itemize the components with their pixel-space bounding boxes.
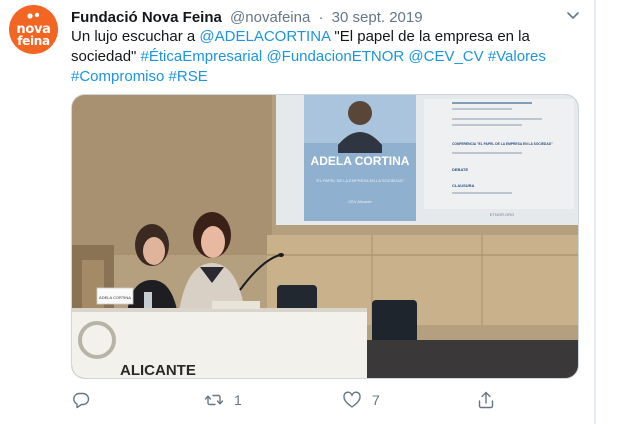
- tweet-text-part: Un lujo escuchar a: [71, 28, 200, 45]
- separator-dot: ·: [318, 9, 324, 26]
- slide-right-heading: CONFERENCIA "EL PAPEL DE LA EMPRESA EN L…: [452, 142, 553, 146]
- action-bar: 1 7: [71, 389, 541, 413]
- share-button[interactable]: [476, 389, 496, 411]
- slide-subtitle: "EL PAPEL DE LA EMPRESA EN LA SOCIEDAD": [316, 178, 405, 183]
- nameplate: ADELA CORTINA: [99, 295, 131, 300]
- tweet[interactable]: nova feina Fundació Nova Feina @novafein…: [0, 0, 618, 424]
- author-name[interactable]: Fundació Nova Feina: [71, 9, 222, 26]
- tweet-date[interactable]: 30 sept. 2019: [332, 9, 423, 26]
- mention-link[interactable]: @ADELACORTINA: [199, 28, 330, 45]
- share-icon: [478, 391, 494, 409]
- slide-event: CEV Alicante: [348, 199, 372, 204]
- scrollbar[interactable]: [594, 0, 596, 424]
- hashtag-link[interactable]: #Valores: [488, 48, 546, 65]
- reply-icon: [73, 392, 90, 409]
- slide-footer: ETNOR.ORG: [490, 212, 514, 217]
- hashtag-link[interactable]: #ÉticaEmpresarial: [141, 48, 263, 65]
- heart-icon: [343, 391, 361, 408]
- retweet-count: 1: [234, 392, 242, 408]
- retweet-icon: [204, 394, 224, 406]
- chevron-down-icon[interactable]: [566, 10, 580, 22]
- avatar-logo-mark-icon: [27, 12, 40, 19]
- mention-link[interactable]: @CEV_CV: [408, 48, 483, 65]
- sign-text: ALICANTE: [120, 362, 196, 379]
- reply-button[interactable]: [71, 389, 101, 411]
- avatar-text-bottom: feina: [17, 34, 50, 48]
- hashtag-link[interactable]: #RSE: [169, 68, 208, 85]
- tweet-text: Un lujo escuchar a @ADELACORTINA "El pap…: [71, 27, 571, 87]
- slide-name: ADELA CORTINA: [311, 154, 410, 168]
- author-handle[interactable]: @novafeina: [230, 9, 310, 26]
- like-button[interactable]: 7: [342, 389, 380, 411]
- tweet-header: Fundació Nova Feina @novafeina · 30 sept…: [71, 8, 423, 28]
- tweet-photo[interactable]: ADELA CORTINA "EL PAPEL DE LA EMPRESA EN…: [71, 94, 579, 379]
- like-count: 7: [372, 392, 380, 408]
- slide-right-item-1: DEBATE: [452, 167, 468, 172]
- slide-right-item-2: CLAUSURA: [452, 183, 475, 188]
- mention-link[interactable]: @FundacionETNOR: [266, 48, 404, 65]
- photo-scene: ADELA CORTINA "EL PAPEL DE LA EMPRESA EN…: [72, 95, 578, 379]
- retweet-button[interactable]: 1: [204, 389, 242, 411]
- hashtag-link[interactable]: #Compromiso: [71, 68, 164, 85]
- avatar[interactable]: nova feina: [9, 5, 58, 54]
